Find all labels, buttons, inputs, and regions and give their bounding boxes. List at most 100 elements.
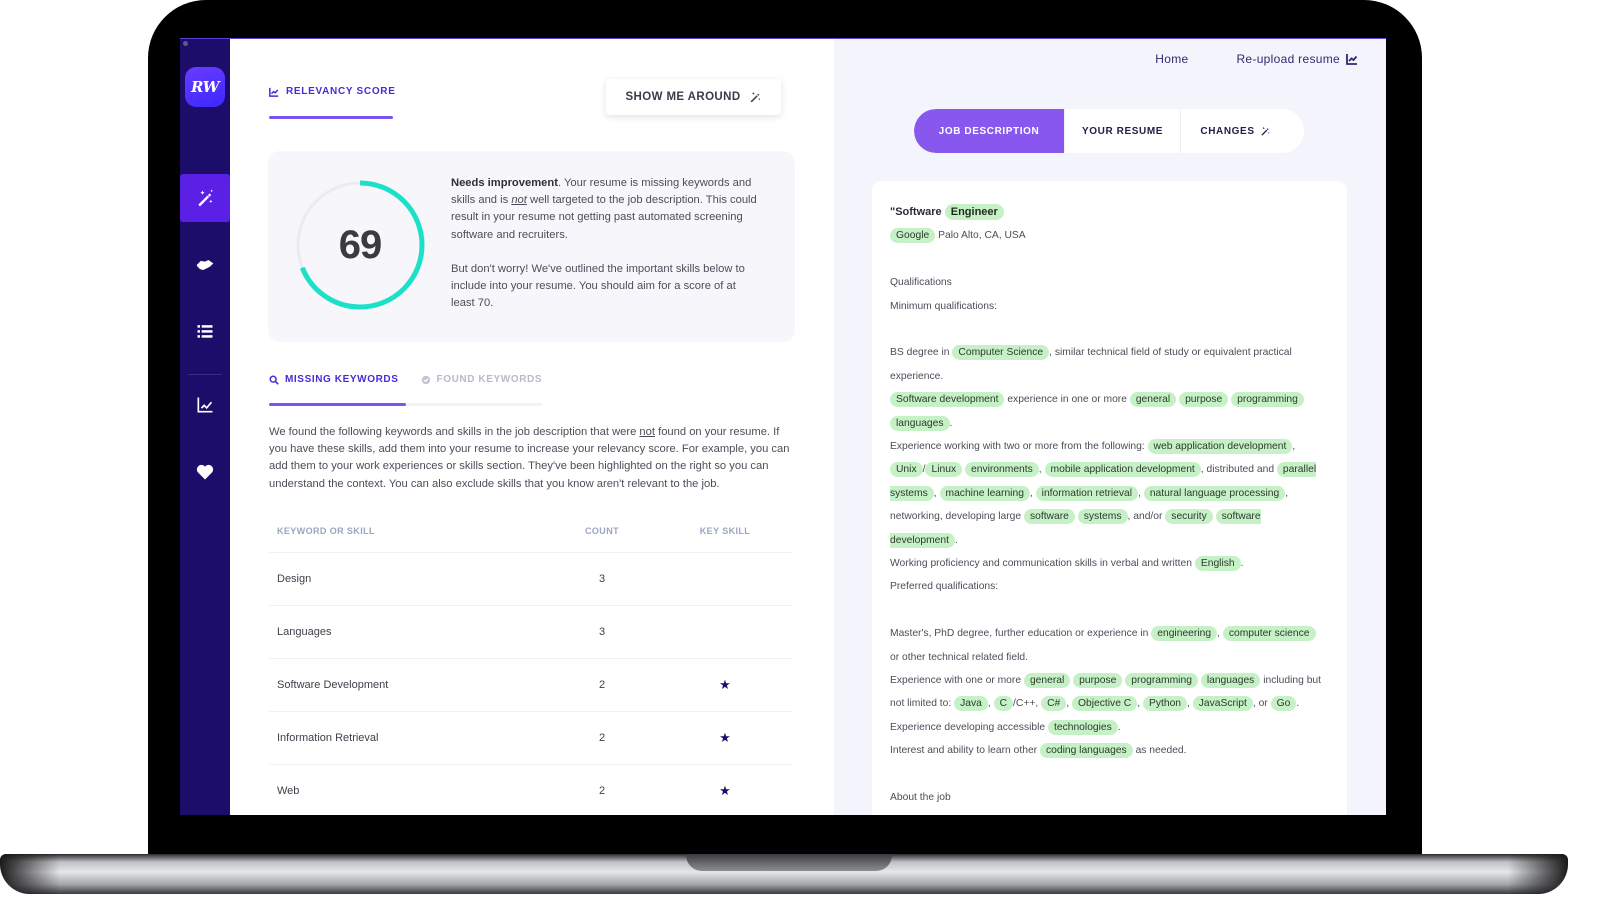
keyword-highlight[interactable]: general xyxy=(1129,392,1177,408)
sidebar-item-optimize[interactable] xyxy=(180,174,230,222)
section-heading-preferred: Preferred qualifications: xyxy=(890,581,999,593)
score-value: 69 xyxy=(338,222,383,267)
reupload-resume-link[interactable]: Re-upload resume xyxy=(1236,52,1358,66)
sidebar-item-favorites[interactable] xyxy=(180,448,230,496)
count-cell: 2 xyxy=(598,732,606,744)
link-label: Home xyxy=(1155,52,1189,66)
job-location: Palo Alto, CA, USA xyxy=(938,230,1026,242)
table-row[interactable]: Languages 3 xyxy=(269,606,793,659)
tab-job-description[interactable]: JOB DESCRIPTION xyxy=(914,109,1064,153)
keyword-highlight[interactable]: C xyxy=(993,696,1014,712)
score-explanation: Needs improvement. Your resume is missin… xyxy=(451,175,761,312)
qualification-line: BS degree in Computer Science, similar t… xyxy=(890,341,1325,388)
show-me-around-button[interactable]: SHOW ME AROUND xyxy=(606,79,781,115)
keyword-highlight[interactable]: mobile application development xyxy=(1044,462,1201,478)
keyword-highlight[interactable]: Computer Science xyxy=(952,345,1050,361)
star-icon: ★ xyxy=(719,783,731,798)
section-heading-minimum: Minimum qualifications: xyxy=(890,300,998,312)
star-icon: ★ xyxy=(719,677,731,692)
qualification-line: Interest and ability to learn other codi… xyxy=(890,739,1325,762)
keyword-highlight[interactable]: purpose xyxy=(1179,392,1229,408)
column-header-count[interactable]: COUNT xyxy=(539,526,665,536)
tab-found-keywords[interactable]: FOUND KEYWORDS xyxy=(421,374,543,385)
keyword-highlight[interactable]: Unix xyxy=(890,462,923,478)
count-cell: 2 xyxy=(598,785,606,797)
tab-changes[interactable]: CHANGES xyxy=(1180,109,1290,153)
sidebar-item-matches[interactable] xyxy=(180,241,230,289)
text-segment: , xyxy=(1029,487,1036,499)
keyword-highlight[interactable]: software xyxy=(1023,509,1075,525)
table-body: Design 3 Languages 3 Software Development 2 ★ I… xyxy=(269,553,793,815)
tab-underline-active xyxy=(269,403,406,406)
keyword-highlight[interactable]: Engineer xyxy=(944,204,1004,220)
key-skill-cell: ★ xyxy=(665,783,785,799)
keyword-highlight[interactable]: Go xyxy=(1270,696,1297,712)
section-heading-about: About the job xyxy=(890,792,951,804)
keyword-highlight[interactable]: JavaScript xyxy=(1192,696,1253,712)
star-icon: ★ xyxy=(719,730,731,745)
keyword-highlight[interactable]: environments xyxy=(964,462,1039,478)
keyword-highlight[interactable]: Java xyxy=(954,696,988,712)
keyword-highlight[interactable]: natural language processing xyxy=(1143,485,1286,501)
text-segment: , distributed and xyxy=(1200,464,1277,476)
keyword-highlight[interactable]: languages xyxy=(1200,673,1261,689)
column-header-keyword[interactable]: KEYWORD OR SKILL xyxy=(269,526,539,536)
sidebar-item-list[interactable] xyxy=(180,307,230,355)
job-description-card: "Software Engineer Google Palo Alto, CA,… xyxy=(872,181,1347,815)
keyword-cell: Information Retrieval xyxy=(277,732,379,744)
tab-label: CHANGES xyxy=(1200,125,1255,137)
keyword-cell: Software Development xyxy=(277,679,389,691)
tab-missing-keywords[interactable]: MISSING KEYWORDS xyxy=(269,374,399,385)
text-segment: , xyxy=(1187,698,1193,710)
keyword-highlight[interactable]: information retrieval xyxy=(1035,485,1139,501)
count-cell: 3 xyxy=(598,573,606,585)
tab-label: YOUR RESUME xyxy=(1081,125,1164,137)
keyword-highlight[interactable]: Linux xyxy=(925,462,963,478)
text-segment: . xyxy=(1296,698,1300,710)
text-segment: Master's, PhD degree, further education … xyxy=(890,628,1152,640)
score-status: Needs improvement xyxy=(451,177,558,189)
text-segment: . xyxy=(1117,721,1121,733)
keyword-highlight[interactable]: machine learning xyxy=(939,485,1030,501)
tab-relevancy-score[interactable]: RELEVANCY SCORE xyxy=(269,86,396,97)
score-paragraph-2: But don't worry! We've outlined the impo… xyxy=(451,262,745,310)
column-header-key-skill[interactable]: KEY SKILL xyxy=(665,526,785,536)
keyword-highlight[interactable]: Google xyxy=(890,228,936,244)
keyword-highlight[interactable]: languages xyxy=(890,415,950,431)
key-skill-cell: ★ xyxy=(665,730,785,746)
keyword-highlight[interactable]: engineering xyxy=(1151,626,1218,642)
preferred-qualifications-list: Master's, PhD degree, further education … xyxy=(890,622,1325,762)
section-heading-qualifications: Qualifications xyxy=(890,277,952,289)
keyword-highlight[interactable]: web application development xyxy=(1147,439,1293,455)
keyword-highlight[interactable]: C# xyxy=(1041,696,1067,712)
keyword-highlight[interactable]: English xyxy=(1194,556,1241,572)
keyword-highlight[interactable]: Objective C xyxy=(1072,696,1138,712)
app-logo[interactable]: RW xyxy=(185,67,225,107)
camera-dot xyxy=(183,41,188,46)
sidebar-item-stats[interactable] xyxy=(180,381,230,429)
keywords-table: KEYWORD OR SKILL COUNT KEY SKILL Design 3… xyxy=(269,509,793,815)
text-segment: , and/or xyxy=(1127,511,1166,523)
table-row[interactable]: Web 2 ★ xyxy=(269,765,793,815)
home-link[interactable]: Home xyxy=(1155,52,1188,66)
text-segment: . xyxy=(949,417,953,429)
keyword-highlight[interactable]: coding languages xyxy=(1039,743,1133,759)
keyword-highlight[interactable]: Python xyxy=(1142,696,1188,712)
table-row[interactable]: Design 3 xyxy=(269,553,793,606)
keyword-highlight[interactable]: computer science xyxy=(1222,626,1316,642)
table-row[interactable]: Software Development 2 ★ xyxy=(269,659,793,712)
tab-your-resume[interactable]: YOUR RESUME xyxy=(1064,109,1180,153)
description-part: We found the following keywords and skil… xyxy=(269,426,640,438)
keyword-highlight[interactable]: general xyxy=(1023,673,1071,689)
keyword-highlight[interactable]: Software development xyxy=(890,392,1005,408)
keyword-highlight[interactable]: technologies xyxy=(1047,719,1118,735)
keyword-highlight[interactable]: programming xyxy=(1231,392,1304,408)
sidebar: RW xyxy=(180,39,230,815)
keyword-highlight[interactable]: systems xyxy=(1077,509,1128,525)
keyword-highlight[interactable]: programming xyxy=(1125,673,1198,689)
keyword-highlight[interactable]: security xyxy=(1165,509,1213,525)
keyword-highlight[interactable]: purpose xyxy=(1073,673,1123,689)
table-row[interactable]: Information Retrieval 2 ★ xyxy=(269,712,793,765)
chart-line-icon xyxy=(197,397,213,413)
